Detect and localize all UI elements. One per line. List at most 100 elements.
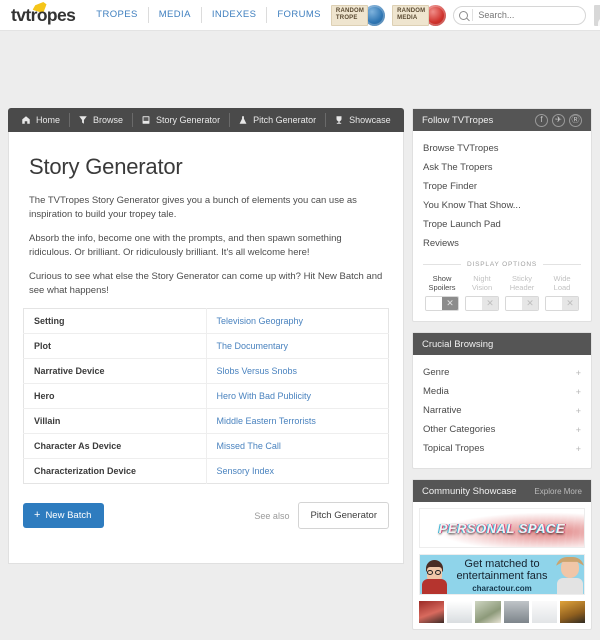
expand-icon[interactable]: + (576, 425, 581, 435)
crucial-browsing-panel: Crucial Browsing Genre + Media + Narrati… (412, 332, 592, 469)
toggle-show-spoilers[interactable]: Show Spoilers ✕ (423, 274, 461, 311)
crucial-item-label: Media (423, 386, 449, 397)
nav-item-indexes[interactable]: INDEXES (202, 7, 267, 23)
row-label: Characterization Device (23, 458, 207, 484)
follow-panel: Follow TVTropes f ✈ Ⓡ Browse TVTropes As… (412, 108, 592, 322)
intro-paragraph-2: Absorb the info, become one with the pro… (29, 233, 342, 258)
sidebar-item-trope-finder[interactable]: Trope Finder (423, 177, 581, 196)
funnel-icon (78, 115, 88, 125)
tab-story-generator[interactable]: Story Generator (132, 108, 229, 132)
random-media-button[interactable]: RANDOM MEDIA (392, 4, 447, 26)
toggle-knob (466, 297, 482, 310)
expand-icon[interactable]: + (576, 444, 581, 454)
new-batch-button[interactable]: + New Batch (23, 503, 105, 528)
expand-icon[interactable]: + (576, 406, 581, 416)
ad-thumbnail[interactable] (531, 601, 557, 623)
avatar[interactable] (594, 4, 600, 26)
ad-charactour-line1: Get matched to (464, 558, 540, 570)
trope-link[interactable]: Sensory Index (217, 466, 275, 476)
story-elements-table: Setting Television Geography Plot The Do… (23, 308, 389, 484)
trope-link[interactable]: Hero With Bad Publicity (217, 391, 312, 401)
facebook-icon[interactable]: f (535, 113, 548, 127)
row-label: Hero (23, 383, 207, 409)
header-right-group: RANDOM TROPE RANDOM MEDIA (330, 4, 600, 26)
close-icon: ✕ (562, 297, 578, 310)
toggle-night-vision[interactable]: Night Vision ✕ (463, 274, 501, 311)
sidebar-item-ask-the-tropers[interactable]: Ask The Tropers (423, 158, 581, 177)
follow-panel-title: Follow TVTropes (422, 114, 494, 126)
row-value: Slobs Versus Snobs (206, 359, 389, 384)
twitter-icon[interactable]: ✈ (552, 113, 565, 127)
ad-personal-space-text: PERSONAL SPACE (438, 521, 566, 536)
tab-pitch-generator[interactable]: Pitch Generator (229, 108, 325, 132)
row-value: Hero With Bad Publicity (206, 384, 389, 409)
explore-more-link[interactable]: Explore More (534, 487, 582, 496)
toggle-show-spoilers-switch[interactable]: ✕ (425, 296, 459, 311)
reddit-icon[interactable]: Ⓡ (569, 113, 582, 127)
ad-charactour-line3: charactour.com (472, 584, 532, 593)
sidebar-item-browse-tvtropes[interactable]: Browse TVTropes (423, 139, 581, 158)
sidebar-item-reviews[interactable]: Reviews (423, 234, 581, 253)
crucial-item-narrative[interactable]: Narrative + (423, 401, 581, 420)
page-body: Home Browse Story Generator Pitch Genera… (0, 31, 600, 630)
trope-link[interactable]: Television Geography (217, 316, 304, 326)
see-also-group: See also Pitch Generator (254, 502, 389, 529)
display-options-title: DISPLAY OPTIONS (467, 261, 537, 268)
ad-personal-space[interactable]: PERSONAL SPACE (419, 508, 585, 548)
see-also-label: See also (254, 510, 290, 521)
sidebar-item-you-know-that-show[interactable]: You Know That Show... (423, 196, 581, 215)
ad-charactour[interactable]: Get matched to entertainment fans charac… (419, 554, 585, 595)
search-box[interactable] (453, 5, 587, 25)
nav-item-tropes[interactable]: TROPES (86, 7, 147, 23)
toggle-night-vision-label: Night Vision (471, 274, 493, 292)
crucial-item-other-categories[interactable]: Other Categories + (423, 420, 581, 439)
trope-link[interactable]: Missed The Call (217, 441, 281, 451)
crucial-item-topical-tropes[interactable]: Topical Tropes + (423, 439, 581, 458)
ad-thumbnail-strip[interactable] (419, 601, 586, 623)
toggle-sticky-header-switch[interactable]: ✕ (505, 296, 539, 311)
ad-thumbnail[interactable] (475, 601, 501, 623)
site-logo[interactable]: tvtropes (11, 4, 76, 26)
expand-icon[interactable]: + (576, 387, 581, 397)
trope-link[interactable]: The Documentary (217, 341, 289, 351)
ad-thumbnail[interactable] (419, 601, 445, 623)
toggle-sticky-header-label: Sticky Header (509, 274, 535, 292)
main-navigation: TROPES MEDIA INDEXES FORUMS (86, 7, 331, 23)
ad-thumbnail[interactable] (503, 601, 529, 623)
ad-thumbnail[interactable] (559, 601, 586, 623)
toggle-wide-load-switch[interactable]: ✕ (545, 296, 579, 311)
follow-panel-body: Browse TVTropes Ask The Tropers Trope Fi… (413, 131, 591, 321)
nav-item-media[interactable]: MEDIA (149, 7, 201, 23)
main-column: Home Browse Story Generator Pitch Genera… (8, 108, 404, 564)
ad-thumbnail[interactable] (447, 601, 473, 623)
crucial-item-media[interactable]: Media + (423, 382, 581, 401)
toggle-wide-load[interactable]: Wide Load ✕ (543, 274, 581, 311)
trope-link[interactable]: Middle Eastern Terrorists (217, 416, 316, 426)
toggle-show-spoilers-label: Show Spoilers (428, 274, 456, 292)
row-value: The Documentary (206, 334, 389, 359)
tab-home[interactable]: Home (12, 108, 69, 132)
flask-icon (238, 115, 248, 125)
trope-link[interactable]: Slobs Versus Snobs (217, 366, 298, 376)
toggle-knob (546, 297, 562, 310)
nav-item-forums[interactable]: FORUMS (267, 7, 331, 23)
toggle-sticky-header[interactable]: Sticky Header ✕ (503, 274, 541, 311)
intro-text: The TVTropes Story Generator gives you a… (23, 194, 389, 298)
pitch-generator-button[interactable]: Pitch Generator (298, 502, 389, 529)
expand-icon[interactable]: + (576, 368, 581, 378)
sidebar-item-trope-launch-pad[interactable]: Trope Launch Pad (423, 215, 581, 234)
crucial-item-label: Other Categories (423, 424, 496, 435)
tab-showcase[interactable]: Showcase (325, 108, 400, 132)
logo-tv-text: tv (11, 4, 26, 25)
search-input[interactable] (478, 10, 579, 20)
display-options-toggles: Show Spoilers ✕ Night Vision ✕ Sticky He… (423, 274, 581, 311)
tab-browse-label: Browse (93, 115, 124, 125)
toggle-night-vision-switch[interactable]: ✕ (465, 296, 499, 311)
toggle-knob (426, 297, 442, 310)
intro-paragraph-1: The TVTropes Story Generator gives you a… (29, 195, 357, 220)
tab-home-label: Home (36, 115, 61, 125)
page-title: Story Generator (29, 154, 183, 179)
random-trope-button[interactable]: RANDOM TROPE (330, 4, 386, 26)
tab-browse[interactable]: Browse (69, 108, 132, 132)
crucial-item-genre[interactable]: Genre + (423, 363, 581, 382)
